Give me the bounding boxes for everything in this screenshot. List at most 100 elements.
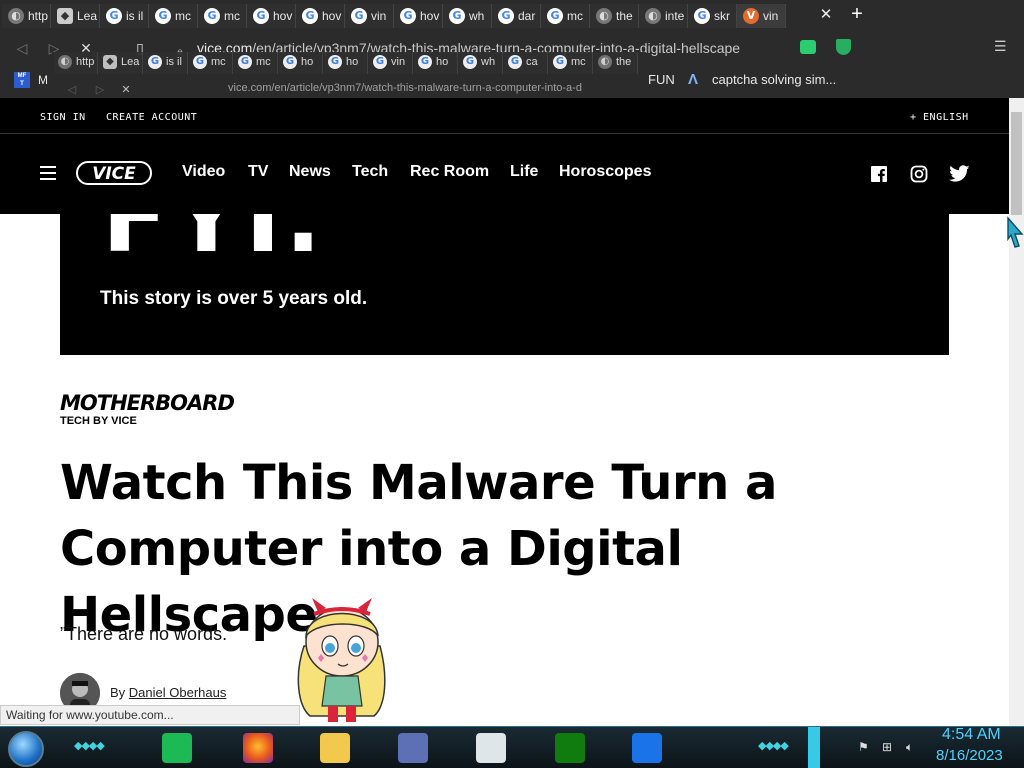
twitter-icon[interactable]	[949, 165, 970, 183]
google-icon: G	[400, 8, 416, 24]
spotify-like-app-icon[interactable]	[162, 733, 192, 763]
ghost-tab: Gmc	[549, 52, 593, 74]
menu-icon[interactable]: ☰	[994, 38, 1007, 55]
ghost-tab: Gho	[414, 52, 458, 74]
nav-horoscopes[interactable]: Horoscopes	[559, 163, 651, 181]
ghost-stop-icon: ✕	[121, 84, 131, 96]
article-headline: Watch This Malware Turn a Computer into …	[60, 455, 777, 643]
sign-in-link[interactable]: SIGN IN	[40, 112, 86, 123]
browser-tab[interactable]: ◐ inte	[639, 4, 688, 28]
document-app-icon[interactable]	[476, 733, 506, 763]
tab-label: dar	[518, 9, 536, 23]
browser-tab[interactable]: Ghov	[394, 4, 443, 28]
network-icon[interactable]: ⊞	[882, 740, 892, 754]
ghost-tab: Gho	[279, 52, 323, 74]
bookmark-m[interactable]: M	[38, 73, 48, 87]
flag-icon[interactable]: ⚑	[858, 740, 869, 754]
show-desktop-button[interactable]	[808, 727, 820, 768]
close-tab-icon[interactable]: ✕	[816, 5, 836, 25]
roblox-icon: ◆	[103, 55, 117, 69]
google-icon: G	[238, 55, 252, 69]
nav-tech[interactable]: Tech	[352, 163, 388, 181]
scrollbar-thumb[interactable]	[1011, 112, 1022, 215]
browser-tab[interactable]: Vvin	[737, 4, 786, 28]
browser-tab[interactable]: Ghov	[296, 4, 345, 28]
nav-video[interactable]: Video	[182, 163, 225, 181]
file-explorer-icon[interactable]	[320, 733, 350, 763]
tab-label: inte	[665, 9, 685, 23]
browser-tab[interactable]: Gmc	[149, 4, 198, 28]
bookmark-fun[interactable]: FUN	[648, 72, 675, 87]
mail-icon[interactable]	[632, 733, 662, 763]
start-button[interactable]	[8, 731, 44, 767]
google-icon: G	[694, 8, 710, 24]
tab-label: hov	[322, 9, 342, 23]
nav-tv[interactable]: TV	[248, 163, 268, 181]
browser-tab[interactable]: Gskr	[688, 4, 737, 28]
globe-icon: ◐	[598, 55, 612, 69]
motherboard-logo[interactable]: MOTHERBOARD	[60, 391, 235, 415]
bookmark-captcha[interactable]: captcha solving sim...	[712, 72, 836, 87]
ghost-tab: ◐ the	[594, 52, 638, 74]
xbox-icon[interactable]	[555, 733, 585, 763]
browser-tab[interactable]: Ghov	[247, 4, 296, 28]
taskbar-decoration-right: ◆◆◆◆	[758, 740, 789, 752]
ghost-forward-icon: ▷	[95, 84, 105, 96]
ghost-tab-label: mc	[256, 56, 271, 68]
ghost-tab-label: vin	[391, 56, 406, 68]
cartoon-sticker	[297, 598, 386, 722]
nav-news[interactable]: News	[289, 163, 331, 181]
hamburger-icon[interactable]	[40, 166, 56, 180]
clock-date[interactable]: 8/16/2023	[936, 747, 1003, 764]
vice-logo[interactable]: VICE	[76, 160, 152, 186]
hero-banner: FYI. This story is over 5 years old.	[60, 214, 949, 355]
new-tab-button[interactable]: +	[846, 4, 868, 26]
window-app-icon[interactable]	[398, 733, 428, 763]
browser-tab[interactable]: Gmc	[198, 4, 247, 28]
taskbar: ◆◆◆◆ ◆◆◆◆	[0, 726, 1024, 768]
brand-tagline: TECH BY VICE	[60, 415, 137, 427]
browser-tab[interactable]: ◐ http	[2, 4, 51, 28]
browser-tab[interactable]: Gmc	[541, 4, 590, 28]
ghost-tab: Gis il	[144, 52, 188, 74]
nav-life[interactable]: Life	[510, 163, 538, 181]
instagram-icon[interactable]	[910, 165, 928, 183]
tab-label: hov	[420, 9, 440, 23]
taskbar-decoration-left: ◆◆◆◆	[74, 740, 105, 752]
create-account-link[interactable]: CREATE ACCOUNT	[106, 112, 197, 123]
clock-time[interactable]: 4:54 AM	[942, 726, 1001, 744]
nav-rec-room[interactable]: Rec Room	[410, 163, 489, 181]
vice-icon: V	[743, 8, 759, 24]
volume-icon[interactable]: 🔈︎	[906, 740, 913, 755]
ghost-tab: Gho	[324, 52, 368, 74]
facebook-icon[interactable]	[870, 165, 888, 183]
browser-tab[interactable]: Gdar	[492, 4, 541, 28]
author-link[interactable]: Daniel Oberhaus	[129, 685, 227, 700]
browser-tab[interactable]: Gwh	[443, 4, 492, 28]
globe-icon: ◐	[8, 8, 24, 24]
language-selector[interactable]: + ENGLISH	[910, 112, 969, 123]
mft-bookmark-icon[interactable]: MF T	[14, 72, 30, 88]
ghost-browser-overlay: ◐ http ◆ Lea Gis il Gmc Gmc Gho Gho Gvin Gho Gwh Gca…	[52, 52, 646, 98]
tab-label: hov	[273, 9, 293, 23]
extension-chat-icon[interactable]	[800, 40, 816, 54]
ghost-tab: ◆ Lea	[99, 52, 143, 74]
browser-tab[interactable]: Gvin	[345, 4, 394, 28]
firefox-icon[interactable]	[243, 733, 273, 763]
ghost-url: vice.com/en/article/vp3nm7/watch-this-ma…	[228, 82, 582, 94]
google-icon: G	[553, 55, 567, 69]
utility-bar: SIGN IN CREATE ACCOUNT + ENGLISH	[0, 98, 1009, 134]
google-icon: G	[302, 8, 318, 24]
google-icon: G	[148, 55, 162, 69]
google-icon: G	[373, 55, 387, 69]
ghost-tab-label: ca	[526, 56, 538, 68]
ghost-tab-label: http	[76, 56, 95, 68]
globe-icon: ◐	[58, 55, 72, 69]
back-icon[interactable]: ◁	[12, 38, 32, 58]
browser-tab[interactable]: ◆ Lea	[51, 4, 100, 28]
ghost-tab-label: is il	[166, 56, 182, 68]
browser-tab[interactable]: Gis il	[100, 4, 149, 28]
extension-shield-icon[interactable]	[836, 39, 851, 55]
captcha-bookmark-icon[interactable]: Λ	[688, 71, 698, 88]
browser-tab[interactable]: ◐ the	[590, 4, 639, 28]
